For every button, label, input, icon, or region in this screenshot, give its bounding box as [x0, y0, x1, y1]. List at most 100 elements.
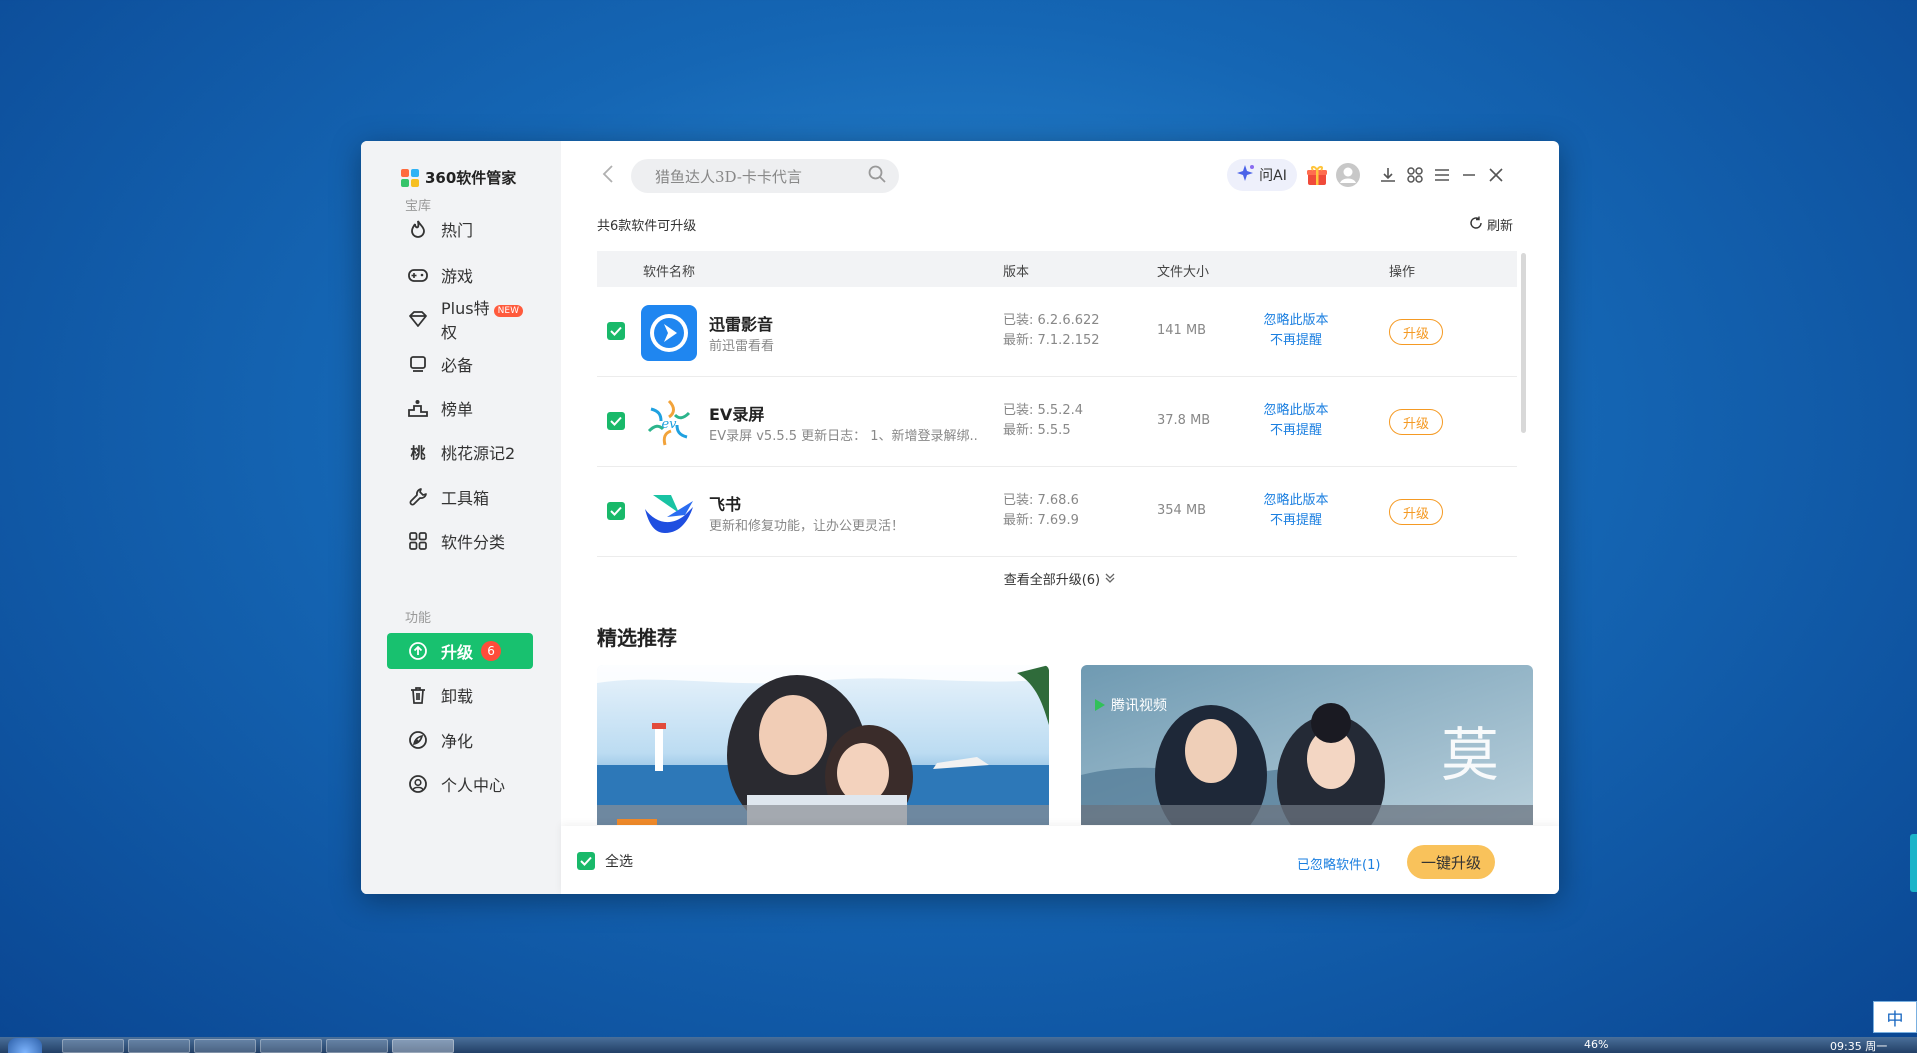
minimize-icon[interactable]: [1455, 161, 1483, 189]
sidebar-item-essentials[interactable]: 必备: [387, 346, 533, 382]
ignore-links: 忽略此版本 不再提醒: [1261, 311, 1331, 351]
file-size: 141 MB: [1157, 323, 1207, 338]
sidebar-item-label: 卸载: [441, 687, 474, 706]
latest-version: 最新: 5.5.5: [1003, 423, 1071, 438]
banner-calligraphy: 莫: [1441, 721, 1499, 789]
installed-version: 已装: 5.5.2.4: [1003, 403, 1083, 418]
sidebar-item-label: 榜单: [441, 400, 474, 419]
wrench-icon: [407, 486, 429, 508]
column-header-name: 软件名称: [643, 265, 696, 280]
app-window: 360软件管家 宝库 热门 游戏 Plus特权 NEW 必备 榜单 桃 桃花源记…: [361, 141, 1559, 894]
gamepad-icon: [407, 264, 429, 286]
upgrade-button[interactable]: 升级: [1389, 319, 1443, 345]
see-all-upgrades-link[interactable]: 查看全部升级(6): [561, 569, 1559, 588]
taskbar-app-2[interactable]: [128, 1039, 190, 1053]
upgrade-count-badge: 6: [481, 641, 502, 661]
taskbar-app-3[interactable]: [194, 1039, 256, 1053]
taskbar-app-4[interactable]: [260, 1039, 322, 1053]
taskbar-app-1[interactable]: [62, 1039, 124, 1053]
monitor-icon: [407, 353, 429, 375]
select-all-checkbox[interactable]: 全选: [577, 851, 633, 871]
main-panel: 猎鱼达人3D-卡卡代言 问AI 共6款软件可升级 刷新 软件名称 版本 文件大小…: [561, 141, 1559, 894]
sidebar-item-ranking[interactable]: 榜单: [387, 390, 533, 426]
sidebar-item-taohuayuan[interactable]: 桃 桃花源记2: [387, 434, 533, 470]
sidebar-item-hot[interactable]: 热门: [387, 211, 533, 247]
refresh-button[interactable]: 刷新: [1469, 215, 1513, 234]
latest-version: 最新: 7.1.2.152: [1003, 333, 1100, 348]
sidebar-item-label: 工具箱: [441, 489, 490, 508]
sidebar-item-profile[interactable]: 个人中心: [387, 766, 533, 802]
download-icon[interactable]: [1374, 161, 1402, 189]
no-remind-link[interactable]: 不再提醒: [1261, 421, 1331, 441]
no-remind-link[interactable]: 不再提醒: [1261, 331, 1331, 351]
search-box[interactable]: 猎鱼达人3D-卡卡代言: [631, 159, 899, 193]
clock[interactable]: 09:35 周一: [1830, 1038, 1887, 1053]
ask-ai-button[interactable]: 问AI: [1227, 159, 1297, 191]
search-input[interactable]: 猎鱼达人3D-卡卡代言: [655, 166, 802, 187]
desktop-side-widget[interactable]: [1910, 834, 1917, 892]
refresh-icon: [1469, 216, 1483, 234]
taskbar-app-6[interactable]: [392, 1039, 454, 1053]
installed-version: 已装: 6.2.6.622: [1003, 313, 1100, 328]
row-checkbox[interactable]: [607, 322, 625, 340]
upgrade-icon: [407, 640, 429, 662]
search-icon[interactable]: [867, 164, 887, 188]
close-icon[interactable]: [1482, 161, 1510, 189]
sidebar-item-upgrade[interactable]: 升级 6: [387, 633, 533, 669]
back-arrow-icon[interactable]: [601, 163, 615, 191]
app-description: 更新和修复功能，让办公更灵活！: [709, 519, 905, 534]
select-all-label: 全选: [605, 854, 633, 870]
apps-icon[interactable]: [1401, 161, 1429, 189]
app-description: EV录屏 v5.5.5 更新日志： 1、新增登录解绑...: [709, 429, 979, 444]
app-description: 前迅雷看看: [709, 339, 775, 354]
upgrade-button[interactable]: 升级: [1389, 409, 1443, 435]
sidebar-item-uninstall[interactable]: 卸载: [387, 677, 533, 713]
sidebar-item-plus[interactable]: Plus特权 NEW: [387, 299, 533, 342]
footer-bar: 全选 已忽略软件(1) 一键升级: [561, 826, 1559, 894]
select-all-check[interactable]: [577, 852, 595, 870]
sidebar-item-label: 个人中心: [441, 776, 506, 795]
xunlei-player-icon: [641, 305, 697, 361]
sidebar-item-purify[interactable]: 净化: [387, 722, 533, 758]
ignore-version-link[interactable]: 忽略此版本: [1261, 401, 1331, 421]
ignored-software-link[interactable]: 已忽略软件(1): [1297, 854, 1380, 873]
sidebar: 360软件管家 宝库 热门 游戏 Plus特权 NEW 必备 榜单 桃 桃花源记…: [361, 141, 561, 894]
sidebar-item-label: 热门: [441, 221, 474, 240]
installed-version: 已装: 7.68.6: [1003, 493, 1079, 508]
battery-percentage: 46%: [1584, 1038, 1609, 1051]
menu-icon[interactable]: [1428, 161, 1456, 189]
table-row: 迅雷影音 前迅雷看看 已装: 6.2.6.622 最新: 7.1.2.152 1…: [597, 287, 1517, 377]
start-button[interactable]: [8, 1038, 42, 1053]
no-remind-link[interactable]: 不再提醒: [1261, 511, 1331, 531]
app-name: EV录屏: [709, 405, 765, 424]
diamond-icon: [407, 308, 429, 330]
list-scrollbar[interactable]: [1521, 253, 1526, 433]
fire-icon: [407, 218, 429, 240]
ignore-version-link[interactable]: 忽略此版本: [1261, 311, 1331, 331]
recommend-banner-right[interactable]: 莫 腾讯视频: [1081, 665, 1533, 825]
sidebar-item-games[interactable]: 游戏: [387, 257, 533, 293]
sidebar-item-toolbox[interactable]: 工具箱: [387, 479, 533, 515]
gift-icon[interactable]: [1303, 161, 1331, 189]
one-key-upgrade-button[interactable]: 一键升级: [1407, 845, 1495, 879]
table-header: 软件名称 版本 文件大小 操作: [597, 251, 1517, 287]
ime-indicator[interactable]: 中: [1873, 1001, 1917, 1033]
ignore-version-link[interactable]: 忽略此版本: [1261, 491, 1331, 511]
podium-icon: [407, 397, 429, 419]
upgrade-button[interactable]: 升级: [1389, 499, 1443, 525]
row-checkbox[interactable]: [607, 412, 625, 430]
recommend-banner-left[interactable]: [597, 665, 1049, 825]
sidebar-item-categories[interactable]: 软件分类: [387, 523, 533, 559]
taskbar-app-5[interactable]: [326, 1039, 388, 1053]
file-size: 37.8 MB: [1157, 413, 1211, 428]
row-checkbox[interactable]: [607, 502, 625, 520]
peach-icon: 桃: [410, 443, 426, 462]
sidebar-item-label: 净化: [441, 732, 474, 751]
column-header-version: 版本: [1003, 265, 1030, 280]
sidebar-item-label: 升级: [441, 643, 474, 662]
app-logo[interactable]: 360软件管家: [401, 167, 516, 188]
column-header-action: 操作: [1389, 265, 1416, 280]
sidebar-item-label: 游戏: [441, 267, 474, 286]
app-title: 360软件管家: [425, 169, 517, 187]
avatar[interactable]: [1334, 161, 1362, 189]
